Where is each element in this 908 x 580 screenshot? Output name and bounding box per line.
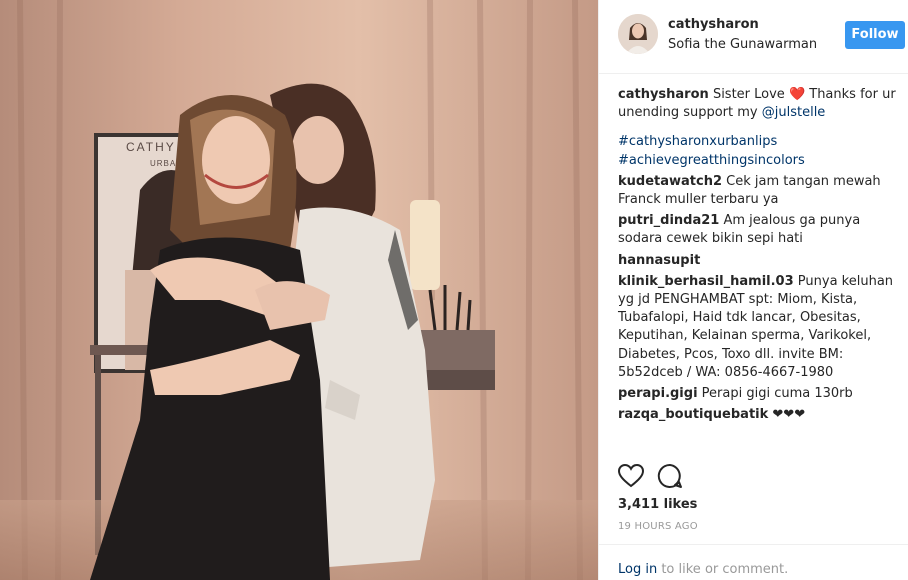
hashtag-link[interactable]: #achievegreatthingsincolors	[618, 152, 898, 170]
comment-item: putri_dinda21 Am jealous ga punya sodara…	[618, 212, 898, 248]
post-timestamp[interactable]: 19 HOURS AGO	[618, 521, 698, 532]
comment-item: perapi.gigi Perapi gigi cuma 130rb	[618, 385, 898, 403]
login-bar: Log in to like or comment.	[599, 544, 908, 577]
comment-username[interactable]: hannasupit	[618, 253, 700, 268]
comment-username[interactable]: perapi.gigi	[618, 386, 698, 401]
comment-item: hannasupit	[618, 252, 898, 270]
comment-icon[interactable]	[657, 463, 683, 489]
comment-item: klinik_berhasil_hamil.03 Punya keluhan y…	[618, 273, 898, 382]
caption-mention[interactable]: @julstelle	[762, 105, 826, 120]
login-prompt-text: to like or comment.	[657, 562, 789, 577]
heart-icon[interactable]	[618, 464, 644, 488]
comment-text: Perapi gigi cuma 130rb	[701, 386, 853, 402]
avatar[interactable]	[618, 14, 658, 54]
login-prompt: Log in to like or comment.	[618, 562, 788, 577]
post-photo[interactable]: CATHY SHA URBANLI	[0, 0, 598, 580]
post-side-panel: cathysharon Sofia the Gunawarman Follow …	[598, 0, 908, 580]
comment-username[interactable]: putri_dinda21	[618, 213, 719, 228]
caption-hashtags: #cathysharonxurbanlips #achievegreatthin…	[618, 133, 898, 169]
hashtag-link[interactable]: #cathysharonxurbanlips	[618, 133, 898, 151]
post-header: cathysharon Sofia the Gunawarman Follow	[599, 0, 908, 74]
post-username[interactable]: cathysharon	[668, 17, 759, 32]
avatar-image	[618, 14, 658, 54]
comment-text: ❤❤❤	[772, 407, 806, 423]
login-link[interactable]: Log in	[618, 562, 657, 577]
comment-item: kudetawatch2 Cek jam tangan mewah Franck…	[618, 173, 898, 209]
post-location[interactable]: Sofia the Gunawarman	[668, 37, 817, 52]
comments-list: cathysharon Sister Love ❤️️ Thanks for u…	[618, 86, 898, 427]
caption-username[interactable]: cathysharon	[618, 87, 709, 102]
comment-text: Punya keluhan yg jd PENGHAMBAT spt: Miom…	[618, 273, 894, 380]
comment-username[interactable]: klinik_berhasil_hamil.03	[618, 274, 794, 289]
caption: cathysharon Sister Love ❤️️ Thanks for u…	[618, 86, 898, 122]
comment-username[interactable]: kudetawatch2	[618, 174, 722, 189]
follow-button[interactable]: Follow	[845, 21, 905, 49]
comment-username[interactable]: razqa_boutiquebatik	[618, 407, 768, 422]
post-photo-image: CATHY SHA URBANLI	[0, 0, 598, 580]
comment-item: razqa_boutiquebatik ❤❤❤	[618, 406, 898, 424]
likes-count[interactable]: 3,411 likes	[618, 497, 697, 512]
